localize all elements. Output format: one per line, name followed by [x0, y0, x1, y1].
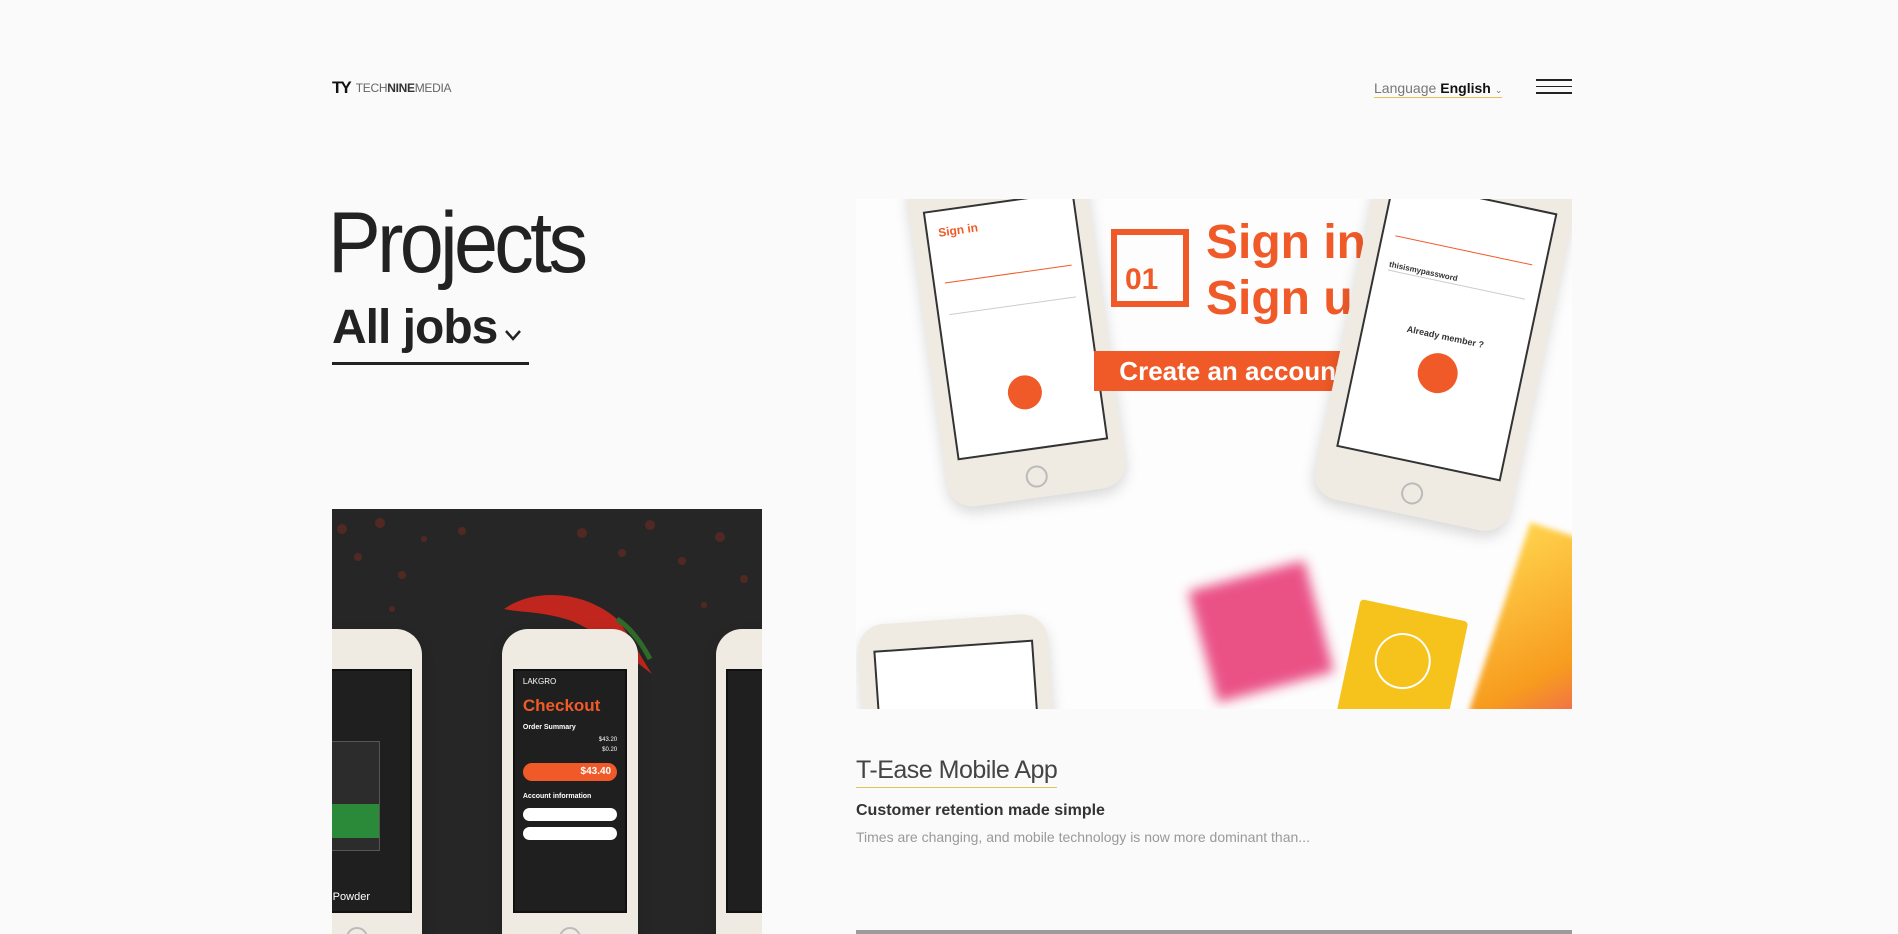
job-filter-dropdown[interactable]: All jobs [332, 304, 529, 365]
hamburger-line [1536, 92, 1572, 94]
gradient-decoration [1468, 522, 1572, 709]
project-title-link[interactable]: T-Ease Mobile App [856, 756, 1058, 788]
logo-wordmark: TECHNINEMEDIA [355, 81, 452, 95]
password-value: thisismypassword [1388, 260, 1459, 284]
submit-circle [1413, 349, 1462, 398]
phone-screen: oves Powder [332, 668, 412, 913]
home-button [1399, 480, 1426, 507]
price-line: $0.20 [602, 746, 618, 753]
pink-shape-decoration [1188, 560, 1334, 703]
phone-screen: Sign in [923, 199, 1108, 461]
phone-mockup-center: LAKGRO Checkout Order Summary $43.20 $0.… [502, 629, 638, 934]
input-line [1395, 222, 1535, 266]
home-button [559, 927, 581, 934]
badge-number: 01 [1125, 263, 1159, 296]
phone-screen [726, 668, 762, 913]
phone-screen [873, 640, 1045, 709]
yellow-card-decoration [1333, 598, 1469, 709]
already-member: Already member ? [1405, 324, 1485, 351]
order-summary-label: Order Summary [522, 723, 576, 731]
create-account-banner: Create an account [1094, 351, 1370, 391]
phone-mockup-right [716, 629, 762, 934]
submit-circle [1005, 372, 1045, 412]
product-bag [332, 740, 381, 851]
logo-mark: TY [332, 78, 352, 97]
app-brand: LAKGRO [522, 676, 557, 686]
input-line [947, 283, 1076, 315]
project-image-next[interactable] [856, 930, 1572, 934]
chevron-down-icon: ⌄ [1494, 85, 1503, 95]
input-line [943, 251, 1072, 284]
hamburger-line [1536, 79, 1572, 81]
project-subtitle: Customer retention made simple [856, 802, 1105, 819]
project-description: Times are changing, and mobile technolog… [856, 829, 1310, 845]
project-image-tease[interactable]: Sign in 01 Sign in Sign up Create an acc… [856, 199, 1572, 709]
home-button [346, 927, 368, 934]
language-label: Language [1374, 80, 1437, 96]
phone-mockup-bottom [856, 612, 1062, 709]
filter-label: All jobs [332, 301, 498, 354]
site-logo[interactable]: TY TECHNINEMEDIA [332, 78, 451, 98]
phone-screen: LAKGRO Checkout Order Summary $43.20 $0.… [512, 668, 628, 913]
form-field [522, 826, 618, 840]
headline-line-1: Sign in [1206, 216, 1366, 269]
account-info-label: Account information [522, 792, 592, 800]
total-pill: $43.40 [522, 762, 618, 781]
phone-screen: thisismypassword Already member ? [1336, 199, 1558, 482]
chevron-down-icon [505, 330, 522, 341]
page: TY TECHNINEMEDIA Language English ⌄ Proj… [0, 0, 1898, 934]
language-selector[interactable]: Language English ⌄ [1374, 80, 1503, 98]
price-line: $43.20 [598, 736, 618, 743]
hamburger-line [1536, 85, 1572, 87]
checkout-heading: Checkout [522, 695, 601, 715]
hamburger-menu-button[interactable] [1536, 79, 1572, 96]
home-button [1024, 463, 1050, 489]
project-image-lakgro[interactable]: oves Powder LAKGRO Checkout Order Summar… [332, 509, 762, 934]
page-title: Projects [328, 195, 588, 291]
form-field [522, 807, 618, 821]
signin-heading: Sign in [937, 220, 979, 240]
language-value: English [1440, 80, 1491, 96]
product-name: oves Powder [332, 890, 370, 903]
signin-badge: 01 [1111, 229, 1189, 307]
tshirt-icon [1369, 627, 1436, 695]
phone-mockup-left: oves Powder [332, 629, 422, 934]
